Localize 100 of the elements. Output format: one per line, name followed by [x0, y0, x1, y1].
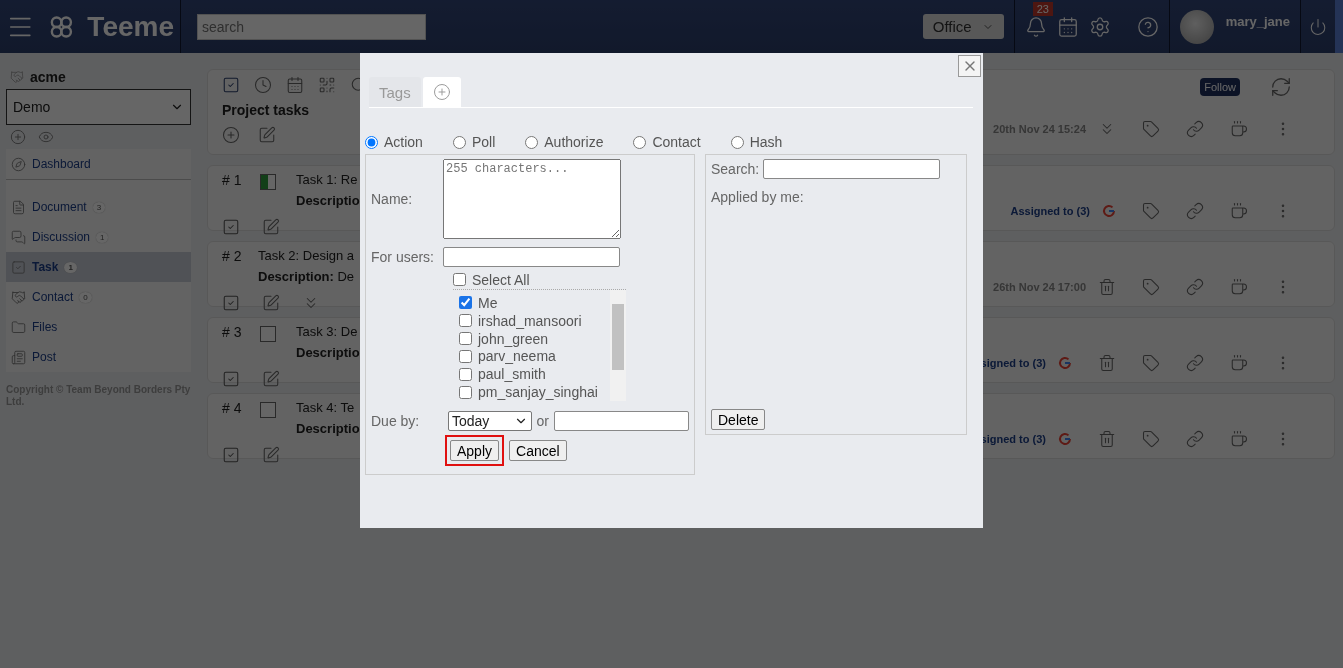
add-icon[interactable] — [10, 129, 26, 145]
link-icon[interactable] — [1186, 202, 1204, 220]
checkbox[interactable] — [453, 273, 466, 286]
scrollbar[interactable] — [1335, 0, 1343, 53]
link-icon[interactable] — [1186, 120, 1204, 138]
checkbox-icon[interactable] — [222, 294, 240, 312]
date-field[interactable] — [554, 411, 689, 431]
checkbox-icon[interactable] — [222, 446, 240, 464]
tag-icon[interactable] — [1142, 120, 1160, 138]
radio-option[interactable]: Authorize — [525, 134, 604, 150]
checkbox[interactable] — [459, 367, 472, 381]
clock-icon[interactable] — [254, 76, 272, 94]
nav-item[interactable]: Dashboard — [6, 149, 191, 180]
qr-icon[interactable] — [318, 76, 336, 94]
tab[interactable]: Tags — [369, 77, 421, 107]
logo-text: Teeme — [87, 10, 174, 43]
link-icon[interactable] — [1186, 430, 1204, 448]
radio-option[interactable]: Action — [365, 134, 423, 150]
checkbox[interactable] — [459, 296, 472, 310]
user-name: pm_sanjay_singhai — [478, 384, 598, 401]
checkbox-icon[interactable] — [222, 218, 240, 236]
google-icon[interactable] — [1058, 356, 1072, 370]
due-dropdown[interactable]: Today — [448, 411, 532, 431]
edit-icon[interactable] — [262, 218, 280, 236]
radio-button[interactable] — [730, 135, 744, 149]
radio-option[interactable]: Hash — [730, 134, 783, 150]
checkbox[interactable] — [459, 332, 472, 346]
checkbox-icon[interactable] — [222, 370, 240, 388]
google-icon[interactable] — [1102, 204, 1116, 218]
calendar-icon[interactable] — [286, 76, 304, 94]
field-label: Due by: — [371, 413, 421, 429]
avatar[interactable] — [1179, 9, 1214, 44]
name-field[interactable]: 255 characters... — [443, 159, 621, 239]
task-title[interactable]: Task 1: Re — [296, 172, 360, 187]
trash-icon[interactable] — [1098, 430, 1116, 448]
mug-icon[interactable] — [1230, 120, 1248, 138]
link-icon[interactable] — [1186, 354, 1204, 372]
close-button[interactable] — [958, 55, 981, 77]
mug-icon[interactable] — [1230, 430, 1248, 448]
tag-icon[interactable] — [1142, 202, 1160, 220]
checkbox-icon — [11, 259, 26, 275]
edit-icon[interactable] — [262, 446, 280, 464]
link-icon[interactable] — [1186, 278, 1204, 296]
add-icon[interactable] — [222, 126, 240, 144]
tag-icon[interactable] — [1142, 354, 1160, 372]
nav-item[interactable]: Files — [6, 312, 191, 342]
tag-search-field[interactable] — [763, 159, 941, 179]
power-icon[interactable] — [1309, 17, 1327, 36]
document-icon — [11, 199, 26, 215]
eye-icon[interactable] — [38, 129, 54, 145]
add-tab[interactable] — [422, 77, 461, 107]
task-title[interactable]: Task 4: Te — [296, 400, 360, 415]
apply-button[interactable]: Apply — [450, 440, 500, 461]
checkbox[interactable] — [459, 349, 472, 363]
checkbox-icon[interactable] — [260, 402, 276, 418]
users-field[interactable] — [443, 247, 620, 267]
checkbox-icon[interactable] — [260, 326, 276, 342]
radio-button[interactable] — [452, 135, 466, 149]
checkbox-icon[interactable] — [222, 76, 240, 94]
field-label: Search: — [711, 161, 760, 177]
task-title[interactable]: Task 3: De — [296, 324, 360, 339]
edit-icon[interactable] — [258, 126, 276, 144]
nav-item[interactable]: Post — [6, 342, 191, 372]
tag-icon[interactable] — [1142, 430, 1160, 448]
user-name[interactable]: mary_jane — [1225, 14, 1290, 29]
follow-button[interactable]: Follow — [1200, 78, 1240, 96]
mug-icon[interactable] — [1230, 202, 1248, 220]
nav-item[interactable]: Discussion 1 — [6, 222, 191, 252]
tag-icon[interactable] — [1142, 278, 1160, 296]
trash-icon[interactable] — [1098, 354, 1116, 372]
progress-icon[interactable] — [260, 174, 276, 190]
handshake-icon — [11, 289, 26, 305]
nav-item[interactable]: Task 1 — [6, 252, 191, 282]
google-icon[interactable] — [1058, 432, 1072, 446]
scrollbar[interactable] — [610, 290, 626, 401]
checkbox[interactable] — [459, 385, 472, 399]
logo-icon — [48, 13, 74, 40]
mug-icon[interactable] — [1230, 354, 1248, 372]
workspace-dropdown[interactable]: Office — [922, 14, 1004, 39]
assigned-link[interactable]: Assigned to (3) — [1010, 205, 1090, 217]
help-icon[interactable] — [1136, 15, 1159, 38]
edit-icon[interactable] — [262, 294, 280, 312]
radio-button[interactable] — [525, 135, 539, 149]
delete-button[interactable]: Delete — [711, 409, 766, 430]
task-title[interactable]: Task 2: Design a — [258, 248, 355, 263]
calendar-icon[interactable] — [1056, 15, 1079, 38]
radio-option[interactable]: Poll — [452, 134, 496, 150]
radio-button[interactable] — [633, 135, 647, 149]
notification-badge: 23 — [1032, 1, 1053, 16]
mug-icon[interactable] — [1230, 278, 1248, 296]
settings-icon[interactable] — [1088, 15, 1111, 38]
edit-icon[interactable] — [262, 370, 280, 388]
checkbox[interactable] — [459, 314, 472, 328]
cancel-button[interactable]: Cancel — [509, 440, 567, 461]
space-dropdown[interactable]: Demo — [6, 89, 191, 125]
radio-button[interactable] — [365, 135, 378, 149]
bell-icon[interactable] — [1024, 15, 1047, 38]
refresh-icon[interactable] — [1270, 76, 1292, 98]
trash-icon[interactable] — [1098, 278, 1116, 296]
radio-option[interactable]: Contact — [633, 134, 701, 150]
